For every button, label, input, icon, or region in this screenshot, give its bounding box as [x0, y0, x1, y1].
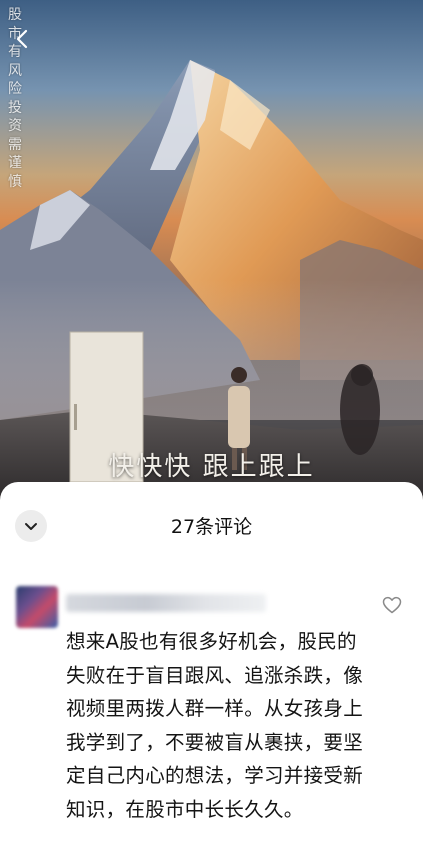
username-blurred[interactable] [66, 594, 266, 612]
comments-count-title: 27条评论 [170, 516, 253, 538]
avatar[interactable] [16, 586, 58, 628]
video-frame-mountain [0, 60, 423, 500]
back-button[interactable] [12, 28, 34, 50]
back-chevron-icon [16, 29, 28, 49]
video-caption: 快快快 跟上跟上 [108, 452, 315, 482]
video-player[interactable]: 股市有风险 投资需谨慎 快快快 跟上跟上 [0, 0, 423, 500]
like-button[interactable] [382, 596, 402, 614]
comments-sheet: 27条评论 想来A股也有很多好机会，股民的失败在于盲目跟风、追涨杀跌，像视频里两… [0, 482, 423, 851]
comments-header: 27条评论 [0, 482, 423, 566]
comment-text: 想来A股也有很多好机会，股民的失败在于盲目跟风、追涨杀跌，像视频里两拨人群一样。… [66, 630, 364, 821]
heart-icon [382, 596, 402, 614]
